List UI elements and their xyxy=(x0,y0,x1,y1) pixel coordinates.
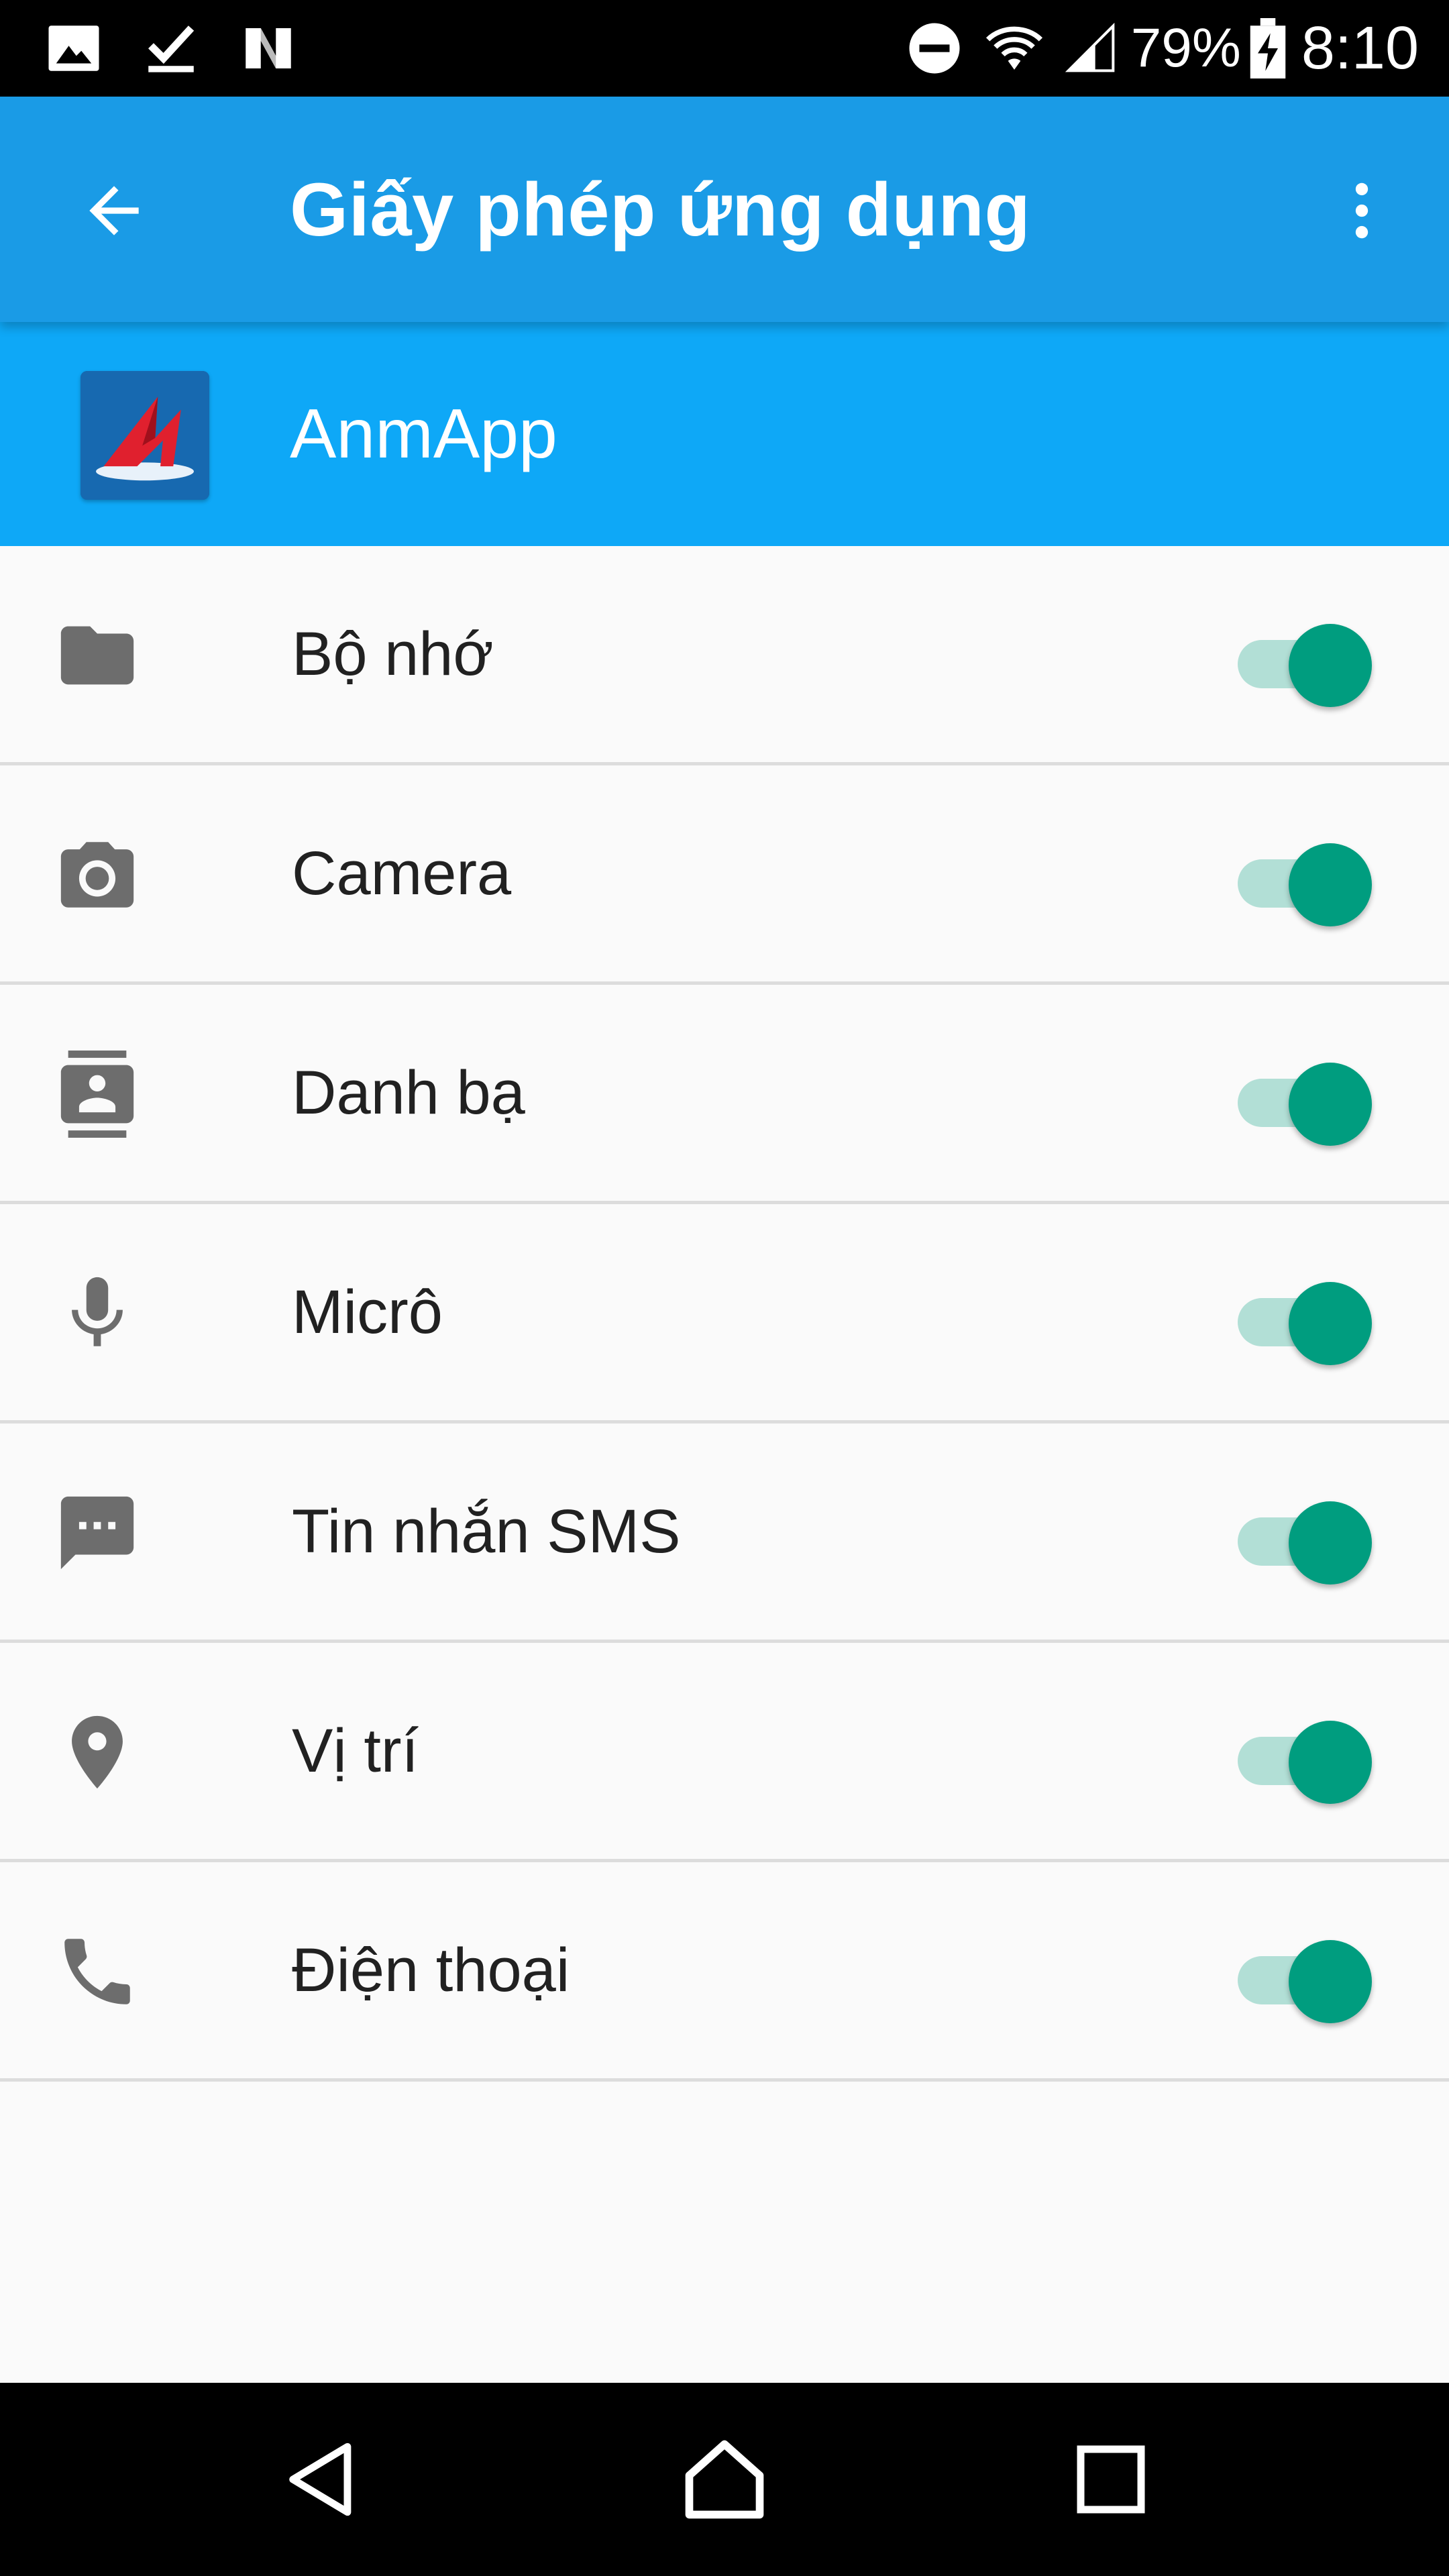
permission-row-location[interactable]: Vị trí xyxy=(0,1643,1449,1862)
app-name: AnmApp xyxy=(290,394,557,473)
n-icon xyxy=(246,28,291,68)
status-system: 79% 8:10 xyxy=(888,14,1419,83)
permission-label: Danh bạ xyxy=(292,1058,525,1127)
nav-back-icon xyxy=(289,2443,352,2516)
permissions-screen: 79% 8:10 Giấy phép ứng dụng AnmApp Bộ nh… xyxy=(0,0,1449,2576)
nav-back-button[interactable] xyxy=(255,2412,389,2546)
app-logo xyxy=(80,371,209,500)
permission-toggle-contacts[interactable] xyxy=(1238,1052,1372,1146)
permission-toggle-camera[interactable] xyxy=(1238,833,1372,926)
nav-home-icon xyxy=(685,2440,764,2519)
permission-toggle-storage[interactable] xyxy=(1238,613,1372,707)
navigation-bar xyxy=(0,2383,1449,2576)
more-options-button[interactable] xyxy=(1315,164,1409,258)
permission-label: Micrô xyxy=(292,1277,443,1346)
permission-toggle-location[interactable] xyxy=(1238,1710,1372,1804)
permission-label: Bộ nhớ xyxy=(292,619,494,688)
app-bar: Giấy phép ứng dụng xyxy=(0,97,1449,322)
permission-label: Camera xyxy=(292,839,512,908)
permission-row-phone[interactable]: Điện thoại xyxy=(0,1862,1449,2082)
nav-recents-button[interactable] xyxy=(1044,2412,1178,2546)
permission-row-sms[interactable]: Tin nhắn SMS xyxy=(0,1424,1449,1643)
back-button[interactable] xyxy=(67,164,161,258)
wifi-icon xyxy=(985,26,1042,70)
location-icon xyxy=(50,1712,144,1792)
permission-label: Điện thoại xyxy=(292,1935,570,2004)
permission-label: Tin nhắn SMS xyxy=(292,1497,681,1566)
signal-icon xyxy=(1065,22,1115,72)
app-header: AnmApp xyxy=(0,322,1449,546)
permission-toggle-sms[interactable] xyxy=(1238,1491,1372,1585)
page-title: Giấy phép ứng dụng xyxy=(290,167,1031,252)
status-notifications xyxy=(44,18,335,78)
arrow-back-icon xyxy=(89,186,139,235)
camera-icon xyxy=(50,835,144,915)
mic-icon xyxy=(50,1273,144,1354)
permission-row-storage[interactable]: Bộ nhớ xyxy=(0,546,1449,765)
permission-toggle-microphone[interactable] xyxy=(1238,1271,1372,1365)
nav-recents-icon xyxy=(1077,2445,1145,2514)
clock: 8:10 xyxy=(1301,14,1419,82)
permission-label: Vị trí xyxy=(292,1716,419,1785)
download-done-icon xyxy=(148,25,195,72)
permission-row-microphone[interactable]: Micrô xyxy=(0,1204,1449,1424)
sms-icon xyxy=(50,1493,144,1573)
battery-charging-icon xyxy=(1250,18,1286,78)
folder-icon xyxy=(50,615,144,696)
nav-home-button[interactable] xyxy=(657,2412,792,2546)
permission-row-contacts[interactable]: Danh bạ xyxy=(0,985,1449,1204)
dnd-icon xyxy=(909,23,960,74)
permission-toggle-phone[interactable] xyxy=(1238,1929,1372,2023)
battery-percent: 79% xyxy=(1130,17,1241,78)
more-vert-icon xyxy=(1355,182,1368,239)
contacts-icon xyxy=(50,1051,144,1138)
app-logo-icon xyxy=(80,371,209,500)
permission-row-camera[interactable]: Camera xyxy=(0,765,1449,985)
phone-icon xyxy=(50,1931,144,2012)
image-icon xyxy=(48,25,99,71)
status-bar: 79% 8:10 xyxy=(0,0,1449,97)
permission-list: Bộ nhớ Camera Danh bạ Micrô Tin nhắn SMS… xyxy=(0,546,1449,2082)
